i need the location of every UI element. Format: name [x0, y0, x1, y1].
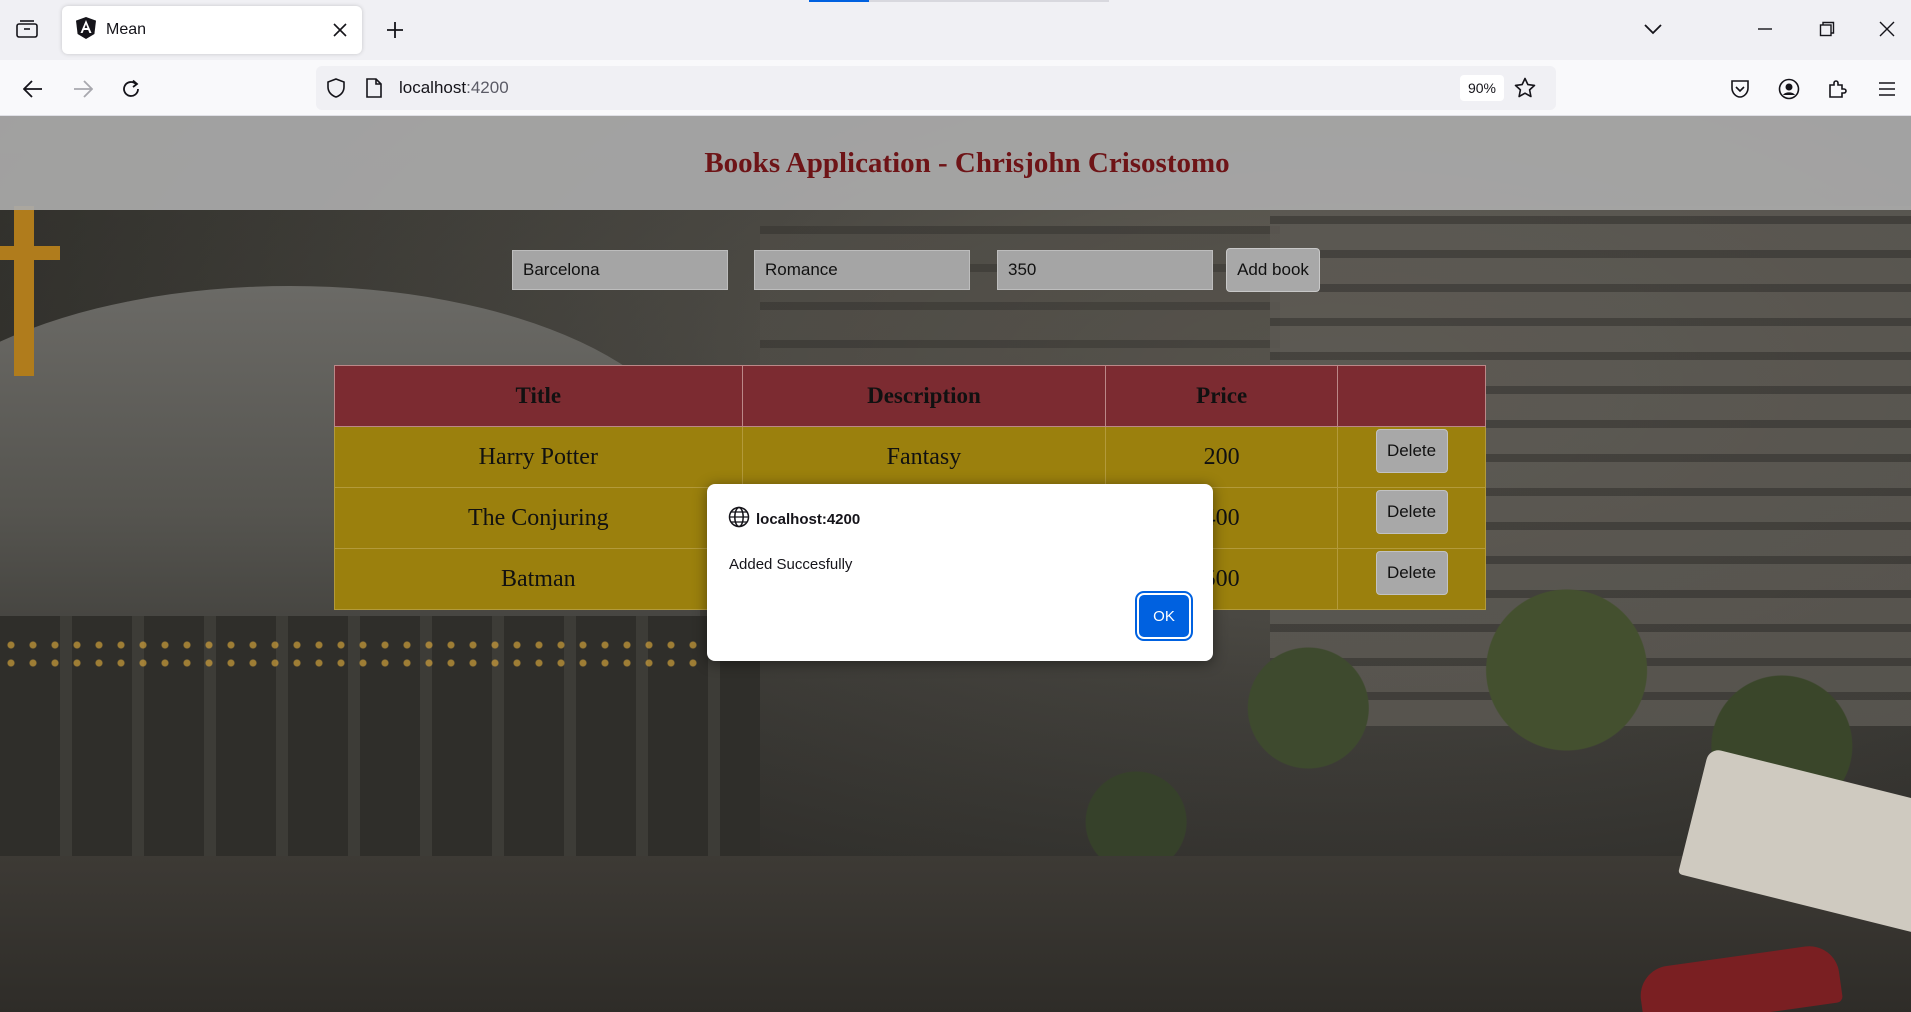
tab-mean[interactable]: Mean	[62, 6, 362, 54]
background-cross	[14, 206, 34, 376]
cell-action: Delete	[1337, 426, 1486, 488]
cell-action: Delete	[1337, 487, 1486, 549]
window-close-icon[interactable]	[1870, 12, 1904, 46]
cell-title: The Conjuring	[334, 487, 743, 549]
globe-icon	[728, 506, 756, 532]
background-cross-bar	[0, 246, 60, 260]
delete-button[interactable]: Delete	[1375, 551, 1448, 595]
close-icon[interactable]	[326, 16, 354, 44]
puzzle-icon[interactable]	[1820, 72, 1854, 106]
add-book-button[interactable]: Add book	[1226, 248, 1320, 292]
minimize-icon[interactable]	[1748, 12, 1782, 46]
tab-list-icon[interactable]	[10, 12, 44, 46]
table-row: Harry Potter Fantasy 200 Delete	[334, 426, 1486, 488]
column-header-description: Description	[741, 365, 1107, 427]
background-plaza	[0, 856, 1911, 1012]
url-port: :4200	[466, 78, 509, 97]
alert-dialog: localhost:4200 Added Succesfully OK	[707, 484, 1213, 661]
chevron-down-icon[interactable]	[1636, 12, 1670, 46]
page-title: Books Application - Chrisjohn Crisostomo	[704, 146, 1230, 179]
delete-button[interactable]: Delete	[1375, 429, 1448, 473]
reload-icon[interactable]	[114, 72, 148, 106]
description-input[interactable]: Romance	[754, 250, 970, 290]
account-icon[interactable]	[1772, 72, 1806, 106]
cell-price: 200	[1105, 426, 1339, 488]
address-bar[interactable]: localhost:4200 90%	[316, 66, 1556, 110]
tab-bar: Mean	[0, 0, 1911, 60]
page-icon[interactable]	[362, 76, 386, 100]
ok-button[interactable]: OK	[1135, 591, 1193, 641]
navigation-bar: localhost:4200 90%	[0, 60, 1911, 116]
plus-icon[interactable]	[378, 14, 412, 46]
star-icon[interactable]	[1512, 75, 1538, 101]
price-input[interactable]: 350	[997, 250, 1213, 290]
column-header-title: Title	[334, 365, 743, 427]
column-header-price: Price	[1105, 365, 1339, 427]
url-text[interactable]: localhost:4200	[399, 78, 509, 98]
restore-icon[interactable]	[1810, 12, 1844, 46]
tab-title: Mean	[106, 21, 147, 38]
zoom-level[interactable]: 90%	[1460, 75, 1504, 101]
back-arrow-icon[interactable]	[16, 72, 50, 106]
title-input[interactable]: Barcelona	[512, 250, 728, 290]
dialog-message: Added Succesfully	[729, 556, 853, 573]
angular-icon	[76, 16, 96, 44]
dialog-origin: localhost:4200	[728, 506, 860, 532]
app-header: Books Application - Chrisjohn Crisostomo	[0, 116, 1911, 210]
background-lights	[0, 636, 700, 676]
cell-action: Delete	[1337, 548, 1486, 610]
shield-icon[interactable]	[324, 76, 348, 100]
tab-strip-divider	[869, 0, 1109, 2]
hamburger-icon[interactable]	[1870, 72, 1904, 106]
column-header-actions	[1337, 365, 1486, 427]
cell-title: Batman	[334, 548, 743, 610]
tab-progress-strip	[809, 0, 869, 2]
delete-button[interactable]: Delete	[1375, 490, 1448, 534]
forward-arrow-icon[interactable]	[66, 72, 100, 106]
url-host: localhost	[399, 78, 467, 97]
pocket-icon[interactable]	[1723, 72, 1757, 106]
dialog-origin-text: localhost:4200	[756, 510, 861, 528]
cell-title: Harry Potter	[334, 426, 743, 488]
table-header-row: Title Description Price	[334, 365, 1486, 427]
cell-description: Fantasy	[741, 426, 1107, 488]
